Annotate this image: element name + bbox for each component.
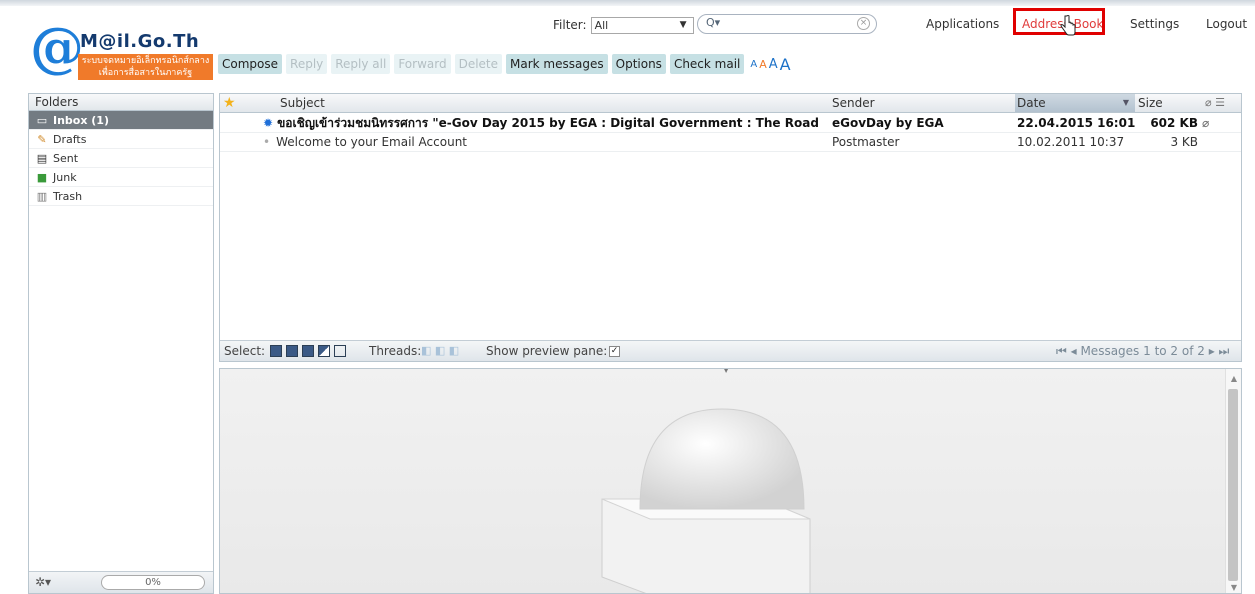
- address-book-highlight-box: [1013, 8, 1105, 35]
- message-list-header: ★ Subject Sender Date ▼ Size ⌀ ☰: [220, 94, 1241, 113]
- message-subject-text: ขอเชิญเข้าร่วมชมนิทรรศการ "e-Gov Day 201…: [277, 116, 819, 130]
- message-list-footer: Select: Threads: ◧ ◧ ◧ Show preview pane…: [220, 340, 1241, 361]
- message-count: ⏮ ◂ Messages 1 to 2 of 2 ▸ ⏭: [1056, 343, 1229, 359]
- select-unread-icon[interactable]: [302, 345, 314, 357]
- folder-label: Sent: [53, 151, 79, 165]
- font-size-small-icon[interactable]: A: [750, 59, 757, 70]
- folder-label: Drafts: [53, 132, 87, 146]
- paperclip-icon: ⌀: [1202, 116, 1210, 130]
- folders-header: Folders: [29, 94, 213, 111]
- reply-all-button[interactable]: Reply all: [331, 54, 391, 74]
- folder-label: Inbox (1): [53, 113, 109, 127]
- folder-trash[interactable]: ▥ Trash: [29, 187, 213, 206]
- hand-cursor-icon: [1060, 15, 1076, 36]
- message-subject: ✹ ขอเชิญเข้าร่วมชมนิทรรศการ "e-Gov Day 20…: [263, 114, 830, 133]
- column-size[interactable]: Size: [1138, 94, 1163, 112]
- threads-label: Threads:: [369, 344, 422, 358]
- svg-text:▼: ▼: [723, 369, 730, 374]
- options-button[interactable]: Options: [611, 54, 666, 74]
- message-sender: eGovDay by EGA: [832, 116, 944, 130]
- toolbar: Compose Reply Reply all Forward Delete M…: [218, 54, 791, 74]
- preview-pane: ▼ ▲ ▼: [219, 368, 1242, 594]
- folder-junk[interactable]: ■ Junk: [29, 168, 213, 187]
- preview-pane-checkbox[interactable]: ✓: [609, 346, 620, 357]
- message-sender: Postmaster: [832, 135, 900, 149]
- folder-label: Trash: [53, 189, 83, 203]
- logo-tagline: ระบบจดหมายอิเล็กทรอนิกส์กลาง เพื่อการสื่…: [78, 54, 213, 80]
- message-date: 10.02.2011 10:37: [1017, 135, 1125, 149]
- pencil-icon: ✎: [37, 132, 47, 146]
- inbox-icon: ▭: [36, 113, 48, 127]
- message-size: 602 KB: [1150, 116, 1198, 130]
- scroll-up-icon[interactable]: ▲: [1231, 374, 1237, 383]
- settings-link[interactable]: Settings: [1130, 17, 1179, 31]
- column-sender[interactable]: Sender: [832, 94, 875, 112]
- column-subject[interactable]: Subject: [280, 94, 325, 112]
- font-size-normal-icon[interactable]: A: [759, 58, 767, 71]
- check-mail-button[interactable]: Check mail: [669, 54, 745, 74]
- thread-toggle-icons[interactable]: ◧ ◧ ◧: [421, 343, 459, 359]
- attachment-column-icon[interactable]: ⌀ ☰: [1205, 94, 1225, 112]
- font-size-large-icon[interactable]: A: [769, 57, 778, 72]
- select-all-icon[interactable]: [270, 345, 282, 357]
- select-page-icon[interactable]: [286, 345, 298, 357]
- read-message-icon: •: [263, 135, 271, 149]
- junk-icon: ■: [36, 170, 48, 184]
- delete-button[interactable]: Delete: [454, 54, 503, 74]
- forward-button[interactable]: Forward: [394, 54, 451, 74]
- folders-footer: ✲▾ 0%: [29, 571, 213, 593]
- gear-icon[interactable]: ✲▾: [35, 575, 51, 589]
- watermark-logo-icon: ▼: [601, 369, 811, 593]
- scroll-thumb[interactable]: [1228, 389, 1238, 581]
- message-size: 3 KB: [1170, 135, 1198, 149]
- header: @ M@il.Go.Th ระบบจดหมายอิเล็กทรอนิกส์กลา…: [0, 0, 1255, 90]
- folder-sent[interactable]: ▤ Sent: [29, 149, 213, 168]
- preview-pane-label: Show preview pane:: [486, 344, 608, 358]
- logo-tagline-line2: เพื่อการสื่อสารในภาครัฐ: [98, 68, 193, 78]
- message-date: 22.04.2015 16:01: [1017, 116, 1135, 130]
- preview-scrollbar[interactable]: ▲ ▼: [1225, 369, 1241, 593]
- compose-button[interactable]: Compose: [218, 54, 283, 74]
- new-message-icon: ✹: [263, 116, 274, 130]
- folders-panel: Folders ▭ Inbox (1) ✎ Drafts ▤ Sent ■ Ju…: [28, 93, 214, 594]
- scroll-down-icon[interactable]: ▼: [1231, 583, 1237, 592]
- folder-drafts[interactable]: ✎ Drafts: [29, 130, 213, 149]
- reply-button[interactable]: Reply: [286, 54, 328, 74]
- message-count-text: Messages 1 to 2 of 2: [1080, 344, 1205, 358]
- table-row[interactable]: ✹ ขอเชิญเข้าร่วมชมนิทรรศการ "e-Gov Day 20…: [220, 114, 1241, 133]
- invert-selection-icon[interactable]: [318, 345, 330, 357]
- first-page-icon[interactable]: ⏮ ◂: [1056, 344, 1080, 358]
- header-top-border: [0, 0, 1255, 6]
- column-date-label: Date: [1017, 96, 1046, 110]
- quota-indicator: 0%: [101, 575, 205, 590]
- folder-label: Junk: [53, 170, 77, 184]
- font-size-xlarge-icon[interactable]: A: [780, 55, 791, 74]
- logout-link[interactable]: Logout: [1206, 17, 1247, 31]
- logo-tagline-line1: ระบบจดหมายอิเล็กทรอนิกส์กลาง: [81, 56, 210, 66]
- sent-icon: ▤: [36, 151, 48, 165]
- column-date[interactable]: Date ▼: [1015, 94, 1135, 112]
- message-subject: • Welcome to your Email Account: [263, 133, 830, 152]
- folder-inbox[interactable]: ▭ Inbox (1): [29, 111, 213, 130]
- select-none-icon[interactable]: [334, 345, 346, 357]
- message-list: ★ Subject Sender Date ▼ Size ⌀ ☰ ✹ ขอเชิญ…: [219, 93, 1242, 362]
- sort-desc-icon: ▼: [1122, 98, 1129, 107]
- flag-column-star-icon[interactable]: ★: [223, 94, 236, 112]
- next-page-icon[interactable]: ▸ ⏭: [1205, 344, 1230, 358]
- table-row[interactable]: • Welcome to your Email Account Postmaste…: [220, 133, 1241, 152]
- applications-link[interactable]: Applications: [926, 17, 999, 31]
- message-subject-text: Welcome to your Email Account: [276, 135, 467, 149]
- trash-icon: ▥: [36, 189, 48, 203]
- mark-messages-button[interactable]: Mark messages: [506, 54, 608, 74]
- select-label: Select:: [224, 344, 266, 358]
